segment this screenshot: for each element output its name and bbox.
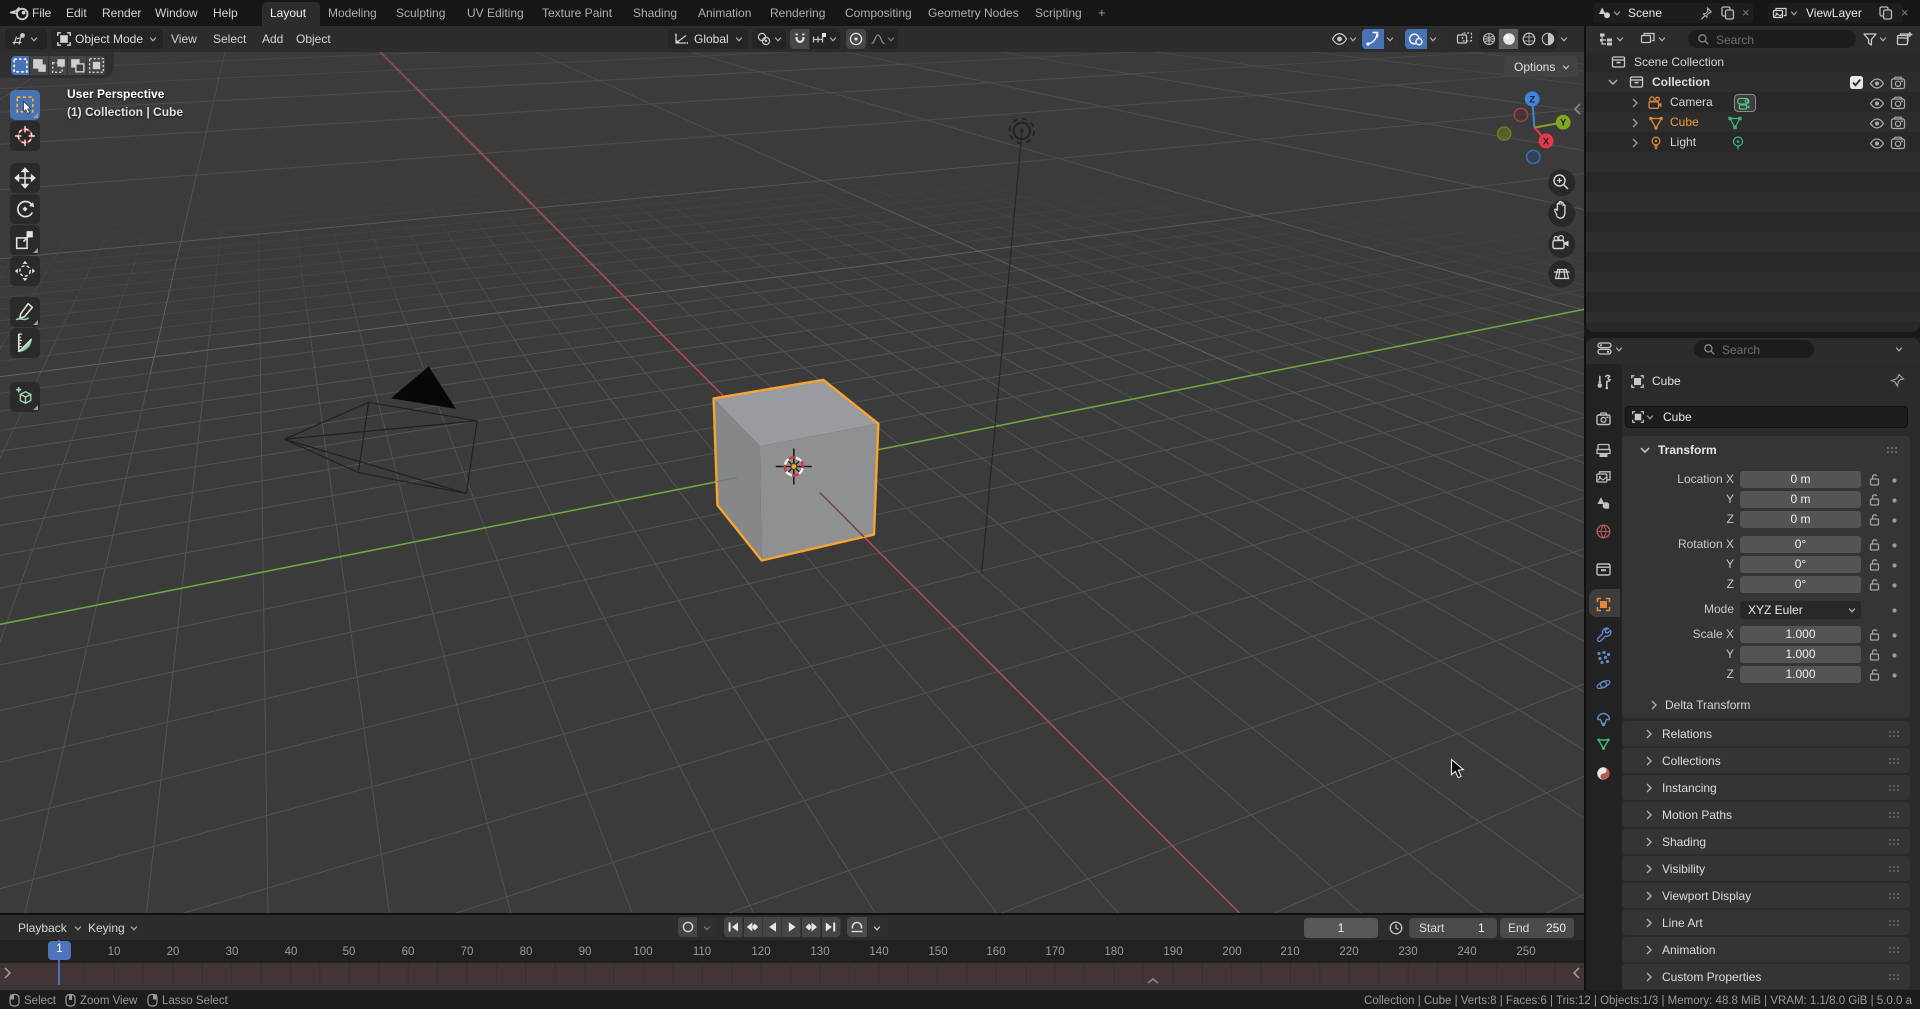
svg-text:Z: Z	[1529, 94, 1535, 105]
svg-text:Y: Y	[1560, 118, 1567, 129]
svg-text:X: X	[1543, 136, 1550, 147]
